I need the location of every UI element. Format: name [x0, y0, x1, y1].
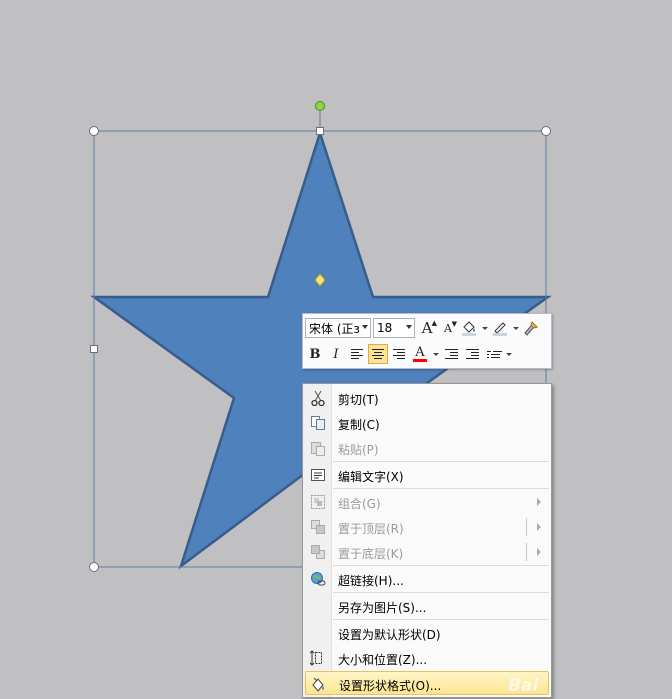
line-color-dropdown[interactable] [511, 318, 520, 338]
watermark: Bai [508, 676, 539, 696]
align-center-icon[interactable] [368, 344, 388, 364]
group-icon [309, 493, 327, 511]
menu-item-label: 大小和位置(Z)... [338, 653, 428, 667]
bring-to-front-icon [309, 518, 327, 536]
font-size-value: 18 [377, 321, 393, 335]
italic-icon[interactable]: I [326, 344, 346, 364]
scissors-icon [309, 389, 327, 407]
menu-item-label: 设置形状格式(O)... [339, 679, 442, 693]
font-color-swatch [413, 359, 427, 362]
submenu-arrow-icon [537, 498, 541, 506]
split-divider [526, 543, 527, 561]
grow-font-icon[interactable]: A ▲ [417, 318, 437, 338]
font-name-value: 宋体 (正з [309, 321, 360, 336]
menu-separator [333, 461, 549, 462]
font-color-icon[interactable]: A [410, 344, 430, 364]
align-right-icon[interactable] [389, 344, 409, 364]
fill-color-icon[interactable] [459, 318, 479, 338]
font-size-combo[interactable]: 18 [373, 318, 415, 338]
menu-item-label: 编辑文字(X) [338, 470, 404, 484]
submenu-arrow-icon [537, 523, 541, 531]
format-painter-icon[interactable] [521, 318, 541, 338]
chevron-down-icon [406, 325, 412, 329]
bullets-dropdown[interactable] [504, 344, 513, 364]
bold-icon[interactable]: B [305, 344, 325, 364]
menu-item-label: 超链接(H)... [338, 574, 404, 588]
menu-item-label: 另存为图片(S)... [338, 601, 427, 615]
size-position-icon [309, 649, 327, 667]
mini-toolbar-row-2: B I A [305, 342, 514, 366]
rotation-handle[interactable] [315, 101, 325, 111]
menu-item-bring-to-front[interactable]: 置于顶层(R) [305, 515, 549, 539]
hyperlink-icon [309, 570, 327, 588]
menu-item-edit-text[interactable]: 编辑文字(X) [305, 463, 549, 487]
line-color-icon[interactable] [490, 318, 510, 338]
menu-separator [333, 592, 549, 593]
edit-text-icon [309, 466, 327, 484]
paste-icon [309, 439, 327, 457]
menu-item-save-as-picture[interactable]: 另存为图片(S)... [305, 594, 549, 618]
bold-label: B [309, 346, 321, 362]
format-shape-icon [310, 675, 328, 693]
mini-toolbar-row-1: 宋体 (正з 18 A ▲ A ▼ [305, 316, 542, 340]
menu-item-group[interactable]: 组合(G) [305, 490, 549, 514]
menu-item-label: 设置为默认形状(D) [338, 628, 441, 642]
menu-item-send-to-back[interactable]: 置于底层(K) [305, 540, 549, 564]
resize-handle-top[interactable] [316, 127, 324, 135]
font-color-dropdown[interactable] [431, 344, 440, 364]
align-left-icon[interactable] [347, 344, 367, 364]
mini-toolbar: 宋体 (正з 18 A ▲ A ▼ B I A [302, 313, 552, 369]
copy-icon [309, 414, 327, 432]
menu-item-copy[interactable]: 复制(C) [305, 411, 549, 435]
resize-handle-top-right[interactable] [541, 126, 551, 136]
chevron-down-icon [362, 325, 368, 329]
menu-item-set-default-shape[interactable]: 设置为默认形状(D) [305, 621, 549, 645]
context-menu: 剪切(T) 复制(C) 粘贴(P) 编辑文字(X) 组合(G) 置于顶层(R) … [302, 383, 552, 698]
menu-item-label: 复制(C) [338, 418, 380, 432]
menu-item-hyperlink[interactable]: 超链接(H)... [305, 567, 549, 591]
resize-handle-left[interactable] [90, 345, 98, 353]
menu-item-cut[interactable]: 剪切(T) [305, 386, 549, 410]
menu-separator [333, 488, 549, 489]
submenu-arrow-icon [537, 548, 541, 556]
font-name-combo[interactable]: 宋体 (正з [305, 318, 371, 338]
font-color-label: A [415, 345, 425, 360]
shrink-font-icon[interactable]: A ▼ [438, 318, 458, 338]
menu-separator [333, 619, 549, 620]
menu-item-paste[interactable]: 粘贴(P) [305, 436, 549, 460]
menu-item-label: 置于顶层(R) [338, 522, 404, 536]
menu-item-size-position[interactable]: 大小和位置(Z)... [305, 646, 549, 670]
increase-indent-icon[interactable] [462, 344, 482, 364]
resize-handle-bottom-left[interactable] [89, 562, 99, 572]
menu-item-label: 剪切(T) [338, 393, 379, 407]
menu-separator [333, 565, 549, 566]
italic-label: I [333, 346, 339, 362]
resize-handle-top-left[interactable] [89, 126, 99, 136]
menu-item-label: 置于底层(K) [338, 547, 404, 561]
send-to-back-icon [309, 543, 327, 561]
menu-item-label: 粘贴(P) [338, 443, 379, 457]
bullets-icon[interactable] [483, 344, 503, 364]
split-divider [526, 518, 527, 536]
fill-color-dropdown[interactable] [480, 318, 489, 338]
decrease-indent-icon[interactable] [441, 344, 461, 364]
menu-item-label: 组合(G) [338, 497, 381, 511]
